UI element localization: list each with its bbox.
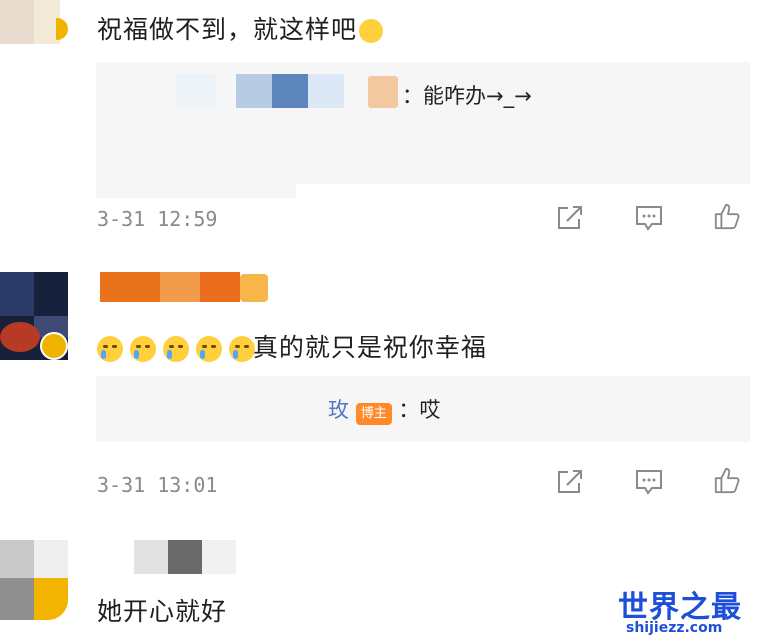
comment-icon[interactable]	[634, 204, 664, 232]
emoji-icon	[359, 19, 384, 43]
crying-emoji-icon	[97, 336, 123, 362]
comment-text: 真的就只是祝你幸福	[97, 328, 487, 364]
commenter-name[interactable]	[100, 272, 270, 304]
reply-author[interactable]: 玫	[328, 398, 349, 422]
blogger-badge: 博主	[355, 403, 392, 425]
avatar[interactable]	[0, 0, 68, 44]
crying-emoji-icon	[195, 336, 222, 362]
reply-line: 玫 博主 ：哎	[328, 394, 440, 425]
reply-author-tag	[368, 76, 398, 108]
watermark-url: shijiezz.com	[626, 620, 723, 636]
share-icon[interactable]	[555, 468, 585, 496]
crying-emoji-icon	[162, 336, 189, 362]
share-icon[interactable]	[555, 204, 585, 232]
comment-time: 3-31 12:59	[97, 207, 218, 231]
comment-icon[interactable]	[634, 468, 664, 496]
crying-emoji-icon	[228, 336, 255, 362]
comment-text: 她开心就好	[97, 597, 228, 626]
reply-text: ：哎	[398, 398, 441, 422]
reply-author[interactable]	[176, 74, 386, 108]
like-icon[interactable]	[712, 202, 742, 230]
crying-emoji-icon	[129, 336, 156, 362]
reply-box[interactable]: 玫 博主 ：哎	[96, 376, 750, 442]
like-icon[interactable]	[712, 466, 742, 494]
commenter-name[interactable]	[134, 540, 244, 574]
avatar[interactable]	[0, 540, 68, 620]
comment-text: 祝福做不到，就这样吧	[97, 10, 384, 46]
comment-time: 3-31 13:01	[97, 473, 218, 497]
watermark-logo: 世界之最 shijiezz.com	[618, 582, 764, 640]
avatar[interactable]	[0, 272, 68, 360]
reply-box[interactable]: ：能咋办→_→	[96, 62, 750, 184]
reply-text: ：能咋办→_→	[402, 84, 532, 108]
